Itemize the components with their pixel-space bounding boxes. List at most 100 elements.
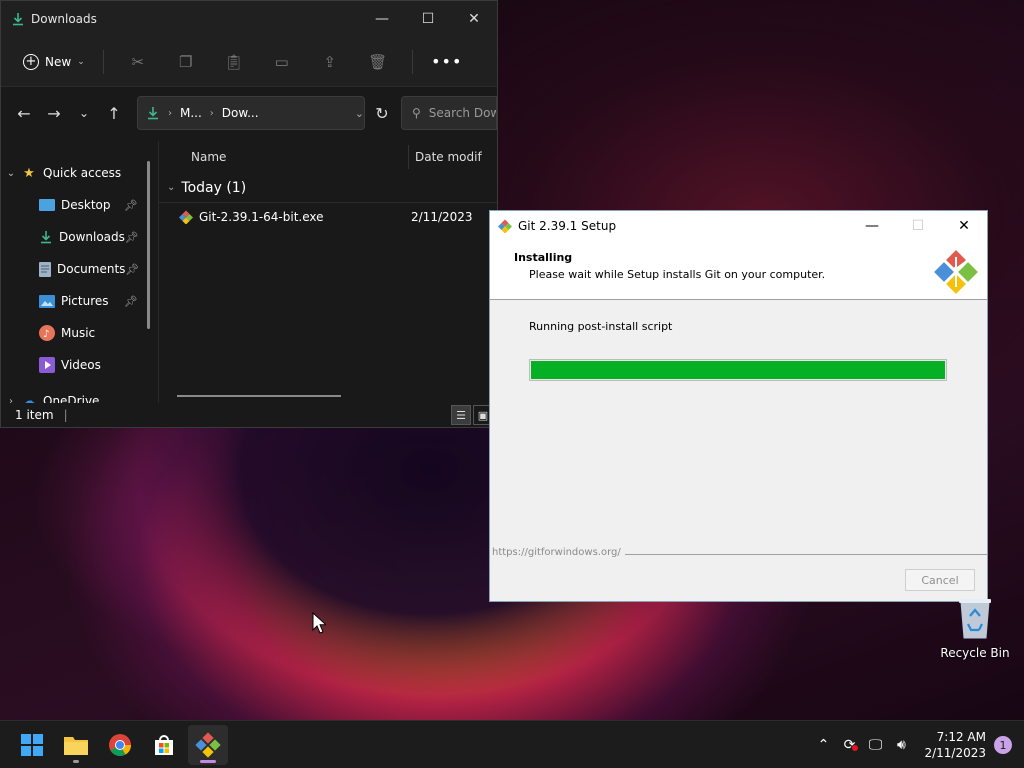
plus-icon: + xyxy=(23,53,39,70)
music-icon: ♪ xyxy=(39,325,55,341)
footer-divider xyxy=(624,554,987,555)
sidebar-item-onedrive[interactable]: › ☁ OneDrive xyxy=(1,381,158,404)
running-indicator xyxy=(73,759,79,763)
item-count: 1 item xyxy=(15,408,54,422)
file-explorer-window[interactable]: Downloads — ☐ ✕ + New ⌄ ✂ ❐ 📋︎ ▭ ⇪ 🗑︎ ••… xyxy=(0,0,498,428)
delete-icon[interactable]: 🗑︎ xyxy=(354,46,402,78)
navigation-bar: ← → ⌄ ↑ › M... › Dow... ⌄ ↻ ⚲ Search Dow… xyxy=(1,87,497,139)
column-header-name[interactable]: Name xyxy=(159,145,409,169)
windows-start-icon xyxy=(21,733,43,756)
breadcrumb-segment[interactable]: Dow... xyxy=(222,106,259,120)
forward-arrow-icon[interactable]: → xyxy=(39,98,69,128)
show-hidden-icons-chevron-icon[interactable]: ⌃ xyxy=(810,737,836,753)
toolbar-divider xyxy=(411,49,413,74)
breadcrumb-chevron-icon: › xyxy=(209,107,214,119)
search-input[interactable]: ⚲ Search Downloa xyxy=(401,96,497,130)
sidebar-item-label: Pictures xyxy=(61,294,109,308)
sidebar-item-label: Documents xyxy=(57,262,126,276)
recycle-bin-desktop-icon[interactable]: Recycle Bin xyxy=(938,596,1012,660)
setup-step-title: Installing xyxy=(514,251,573,264)
sidebar-item-desktop[interactable]: Desktop 📌︎ xyxy=(1,189,158,221)
pin-icon: 📌︎ xyxy=(124,198,138,212)
address-bar[interactable]: › M... › Dow... ⌄ xyxy=(137,96,365,130)
minimize-button[interactable]: — xyxy=(359,1,405,37)
more-options-icon[interactable]: ••• xyxy=(423,46,471,78)
chevron-down-icon: ⌄ xyxy=(77,56,85,67)
view-switcher: ☰ ▣ xyxy=(451,405,493,425)
cut-icon[interactable]: ✂ xyxy=(114,46,162,78)
chrome-icon xyxy=(109,733,131,756)
setup-step-subtitle: Please wait while Setup installs Git on … xyxy=(529,268,826,281)
git-setup-window[interactable]: Git 2.39.1 Setup — ☐ ✕ Installing Please… xyxy=(489,210,988,602)
pin-icon: 📌︎ xyxy=(124,230,139,244)
sidebar-item-pictures[interactable]: Pictures 📌︎ xyxy=(1,285,158,317)
taskbar-file-explorer[interactable] xyxy=(56,725,96,765)
svg-text:♪: ♪ xyxy=(43,329,49,340)
up-arrow-icon[interactable]: ↑ xyxy=(99,98,129,128)
column-header-date[interactable]: Date modif xyxy=(409,150,482,164)
pin-icon: 📌︎ xyxy=(125,262,140,276)
file-row[interactable]: Git-2.39.1-64-bit.exe 2/11/2023 xyxy=(159,203,497,231)
status-divider: | xyxy=(63,408,68,422)
details-view-icon[interactable]: ☰ xyxy=(451,405,471,425)
group-header-today[interactable]: ⌄ Today (1) xyxy=(159,173,497,203)
expand-chevron-icon[interactable]: ⌄ xyxy=(1,168,21,179)
copy-icon[interactable]: ❐ xyxy=(162,46,210,78)
share-icon[interactable]: ⇪ xyxy=(306,46,354,78)
collapse-chevron-icon[interactable]: ⌄ xyxy=(167,182,175,193)
rename-icon[interactable]: ▭ xyxy=(258,46,306,78)
mouse-cursor-icon xyxy=(312,612,326,634)
network-icon[interactable]: 🖵︎ xyxy=(862,737,888,753)
progress-fill xyxy=(531,361,945,379)
setup-titlebar[interactable]: Git 2.39.1 Setup — ☐ ✕ xyxy=(490,211,987,241)
store-icon xyxy=(155,734,173,755)
sidebar-item-documents[interactable]: Documents 📌︎ xyxy=(1,253,158,285)
taskbar-chrome[interactable] xyxy=(100,725,140,765)
taskbar: ⌃ ⟳ 🖵︎ 🔊︎ 7:12 AM 2/11/2023 1 xyxy=(0,720,1024,768)
close-button[interactable]: ✕ xyxy=(451,1,497,37)
videos-icon xyxy=(39,357,55,373)
horizontal-scrollbar[interactable] xyxy=(177,395,341,397)
sync-status-icon[interactable]: ⟳ xyxy=(836,737,862,753)
sidebar-item-videos[interactable]: Videos xyxy=(1,349,158,381)
pin-icon: 📌︎ xyxy=(124,294,138,308)
refresh-icon[interactable]: ↻ xyxy=(365,96,399,130)
sidebar-item-label: OneDrive xyxy=(43,394,100,403)
sidebar-item-quick-access[interactable]: ⌄ ★ Quick access xyxy=(1,157,158,189)
breadcrumb-segment[interactable]: M... xyxy=(180,106,202,120)
new-button[interactable]: + New ⌄ xyxy=(15,46,93,78)
file-name: Git-2.39.1-64-bit.exe xyxy=(199,210,324,224)
close-button[interactable]: ✕ xyxy=(941,211,987,241)
taskbar-git-setup[interactable] xyxy=(188,724,228,765)
maximize-button[interactable]: ☐ xyxy=(405,1,451,37)
cloud-icon: ☁ xyxy=(22,393,36,404)
navigation-pane: ⌄ ★ Quick access Desktop 📌︎ Downloads 📌︎… xyxy=(1,141,159,403)
expand-chevron-icon[interactable]: › xyxy=(1,396,21,404)
sidebar-item-label: Music xyxy=(61,326,96,340)
explorer-titlebar[interactable]: Downloads — ☐ ✕ xyxy=(1,1,497,37)
paste-icon[interactable]: 📋︎ xyxy=(210,46,258,78)
group-label: Today (1) xyxy=(181,179,247,196)
back-arrow-icon[interactable]: ← xyxy=(9,98,39,128)
download-icon xyxy=(39,229,53,245)
clock-time: 7:12 AM xyxy=(936,730,986,744)
recent-locations-chevron-icon[interactable]: ⌄ xyxy=(69,98,99,128)
git-logo-icon xyxy=(934,250,978,294)
taskbar-microsoft-store[interactable] xyxy=(144,725,184,765)
start-button[interactable] xyxy=(12,725,52,765)
gitforwindows-url: https://gitforwindows.org/ xyxy=(492,547,625,558)
breadcrumb-chevron-icon: › xyxy=(168,107,172,119)
git-file-icon xyxy=(179,210,193,224)
chevron-down-icon[interactable]: ⌄ xyxy=(355,107,364,120)
clock[interactable]: 7:12 AM 2/11/2023 xyxy=(924,729,986,761)
notification-badge[interactable]: 1 xyxy=(994,736,1012,754)
volume-icon[interactable]: 🔊︎ xyxy=(888,737,914,753)
search-icon: ⚲ xyxy=(412,106,421,120)
sidebar-item-downloads[interactable]: Downloads 📌︎ xyxy=(1,221,158,253)
cancel-button[interactable]: Cancel xyxy=(905,569,975,591)
install-progress-bar xyxy=(529,359,947,381)
minimize-button[interactable]: — xyxy=(849,211,895,241)
recycle-bin-label: Recycle Bin xyxy=(940,646,1010,660)
sidebar-item-music[interactable]: ♪ Music xyxy=(1,317,158,349)
sidebar-scrollbar[interactable] xyxy=(147,161,150,329)
